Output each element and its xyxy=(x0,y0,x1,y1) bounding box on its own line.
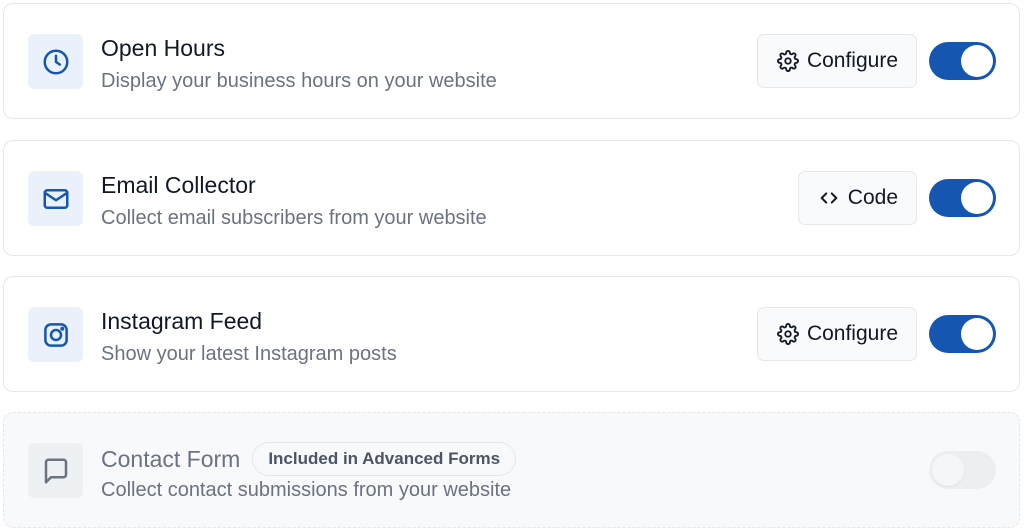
toggle-knob xyxy=(932,454,964,486)
mail-icon xyxy=(43,188,68,209)
integration-title: Contact Form xyxy=(101,446,241,472)
enable-toggle[interactable] xyxy=(929,179,996,217)
email-collector-icon-tile xyxy=(28,171,83,226)
configure-button[interactable]: Configure xyxy=(756,34,917,88)
instagram-icon xyxy=(43,322,68,347)
enable-toggle[interactable] xyxy=(929,315,996,353)
plan-badge: Included in Advanced Forms xyxy=(252,442,517,476)
integration-description: Show your latest Instagram posts xyxy=(101,343,397,365)
contact-form-icon-tile xyxy=(28,443,83,498)
integration-card-contact-form: Contact Form Included in Advanced Forms … xyxy=(3,412,1020,528)
clock-icon xyxy=(43,49,68,74)
integration-title: Email Collector xyxy=(101,172,256,198)
enable-toggle[interactable] xyxy=(929,42,996,80)
toggle-knob xyxy=(961,182,993,214)
gear-icon xyxy=(776,50,799,72)
open-hours-icon-tile xyxy=(28,34,83,89)
integrations-list: Open Hours Display your business hours o… xyxy=(0,0,1024,530)
integration-card-email-collector: Email Collector Collect email subscriber… xyxy=(3,140,1020,256)
integration-description: Display your business hours on your webs… xyxy=(101,70,497,92)
integration-card-instagram-feed: Instagram Feed Show your latest Instagra… xyxy=(3,276,1020,392)
configure-button-label: Configure xyxy=(806,49,898,72)
toggle-knob xyxy=(961,318,993,350)
configure-button[interactable]: Configure xyxy=(756,307,917,361)
integration-title: Open Hours xyxy=(101,35,226,61)
integration-card-open-hours: Open Hours Display your business hours o… xyxy=(3,3,1020,119)
code-button-label: Code xyxy=(847,186,898,209)
integration-title: Instagram Feed xyxy=(101,308,263,334)
integration-description: Collect contact submissions from your we… xyxy=(101,479,512,501)
gear-icon xyxy=(776,323,799,345)
code-icon xyxy=(820,192,838,204)
enable-toggle-disabled[interactable] xyxy=(929,451,996,489)
instagram-feed-icon-tile xyxy=(28,307,83,362)
message-icon xyxy=(44,458,67,483)
toggle-knob xyxy=(961,45,993,77)
code-button[interactable]: Code xyxy=(797,171,917,225)
integration-description: Collect email subscribers from your webs… xyxy=(101,207,487,229)
configure-button-label: Configure xyxy=(806,322,898,345)
